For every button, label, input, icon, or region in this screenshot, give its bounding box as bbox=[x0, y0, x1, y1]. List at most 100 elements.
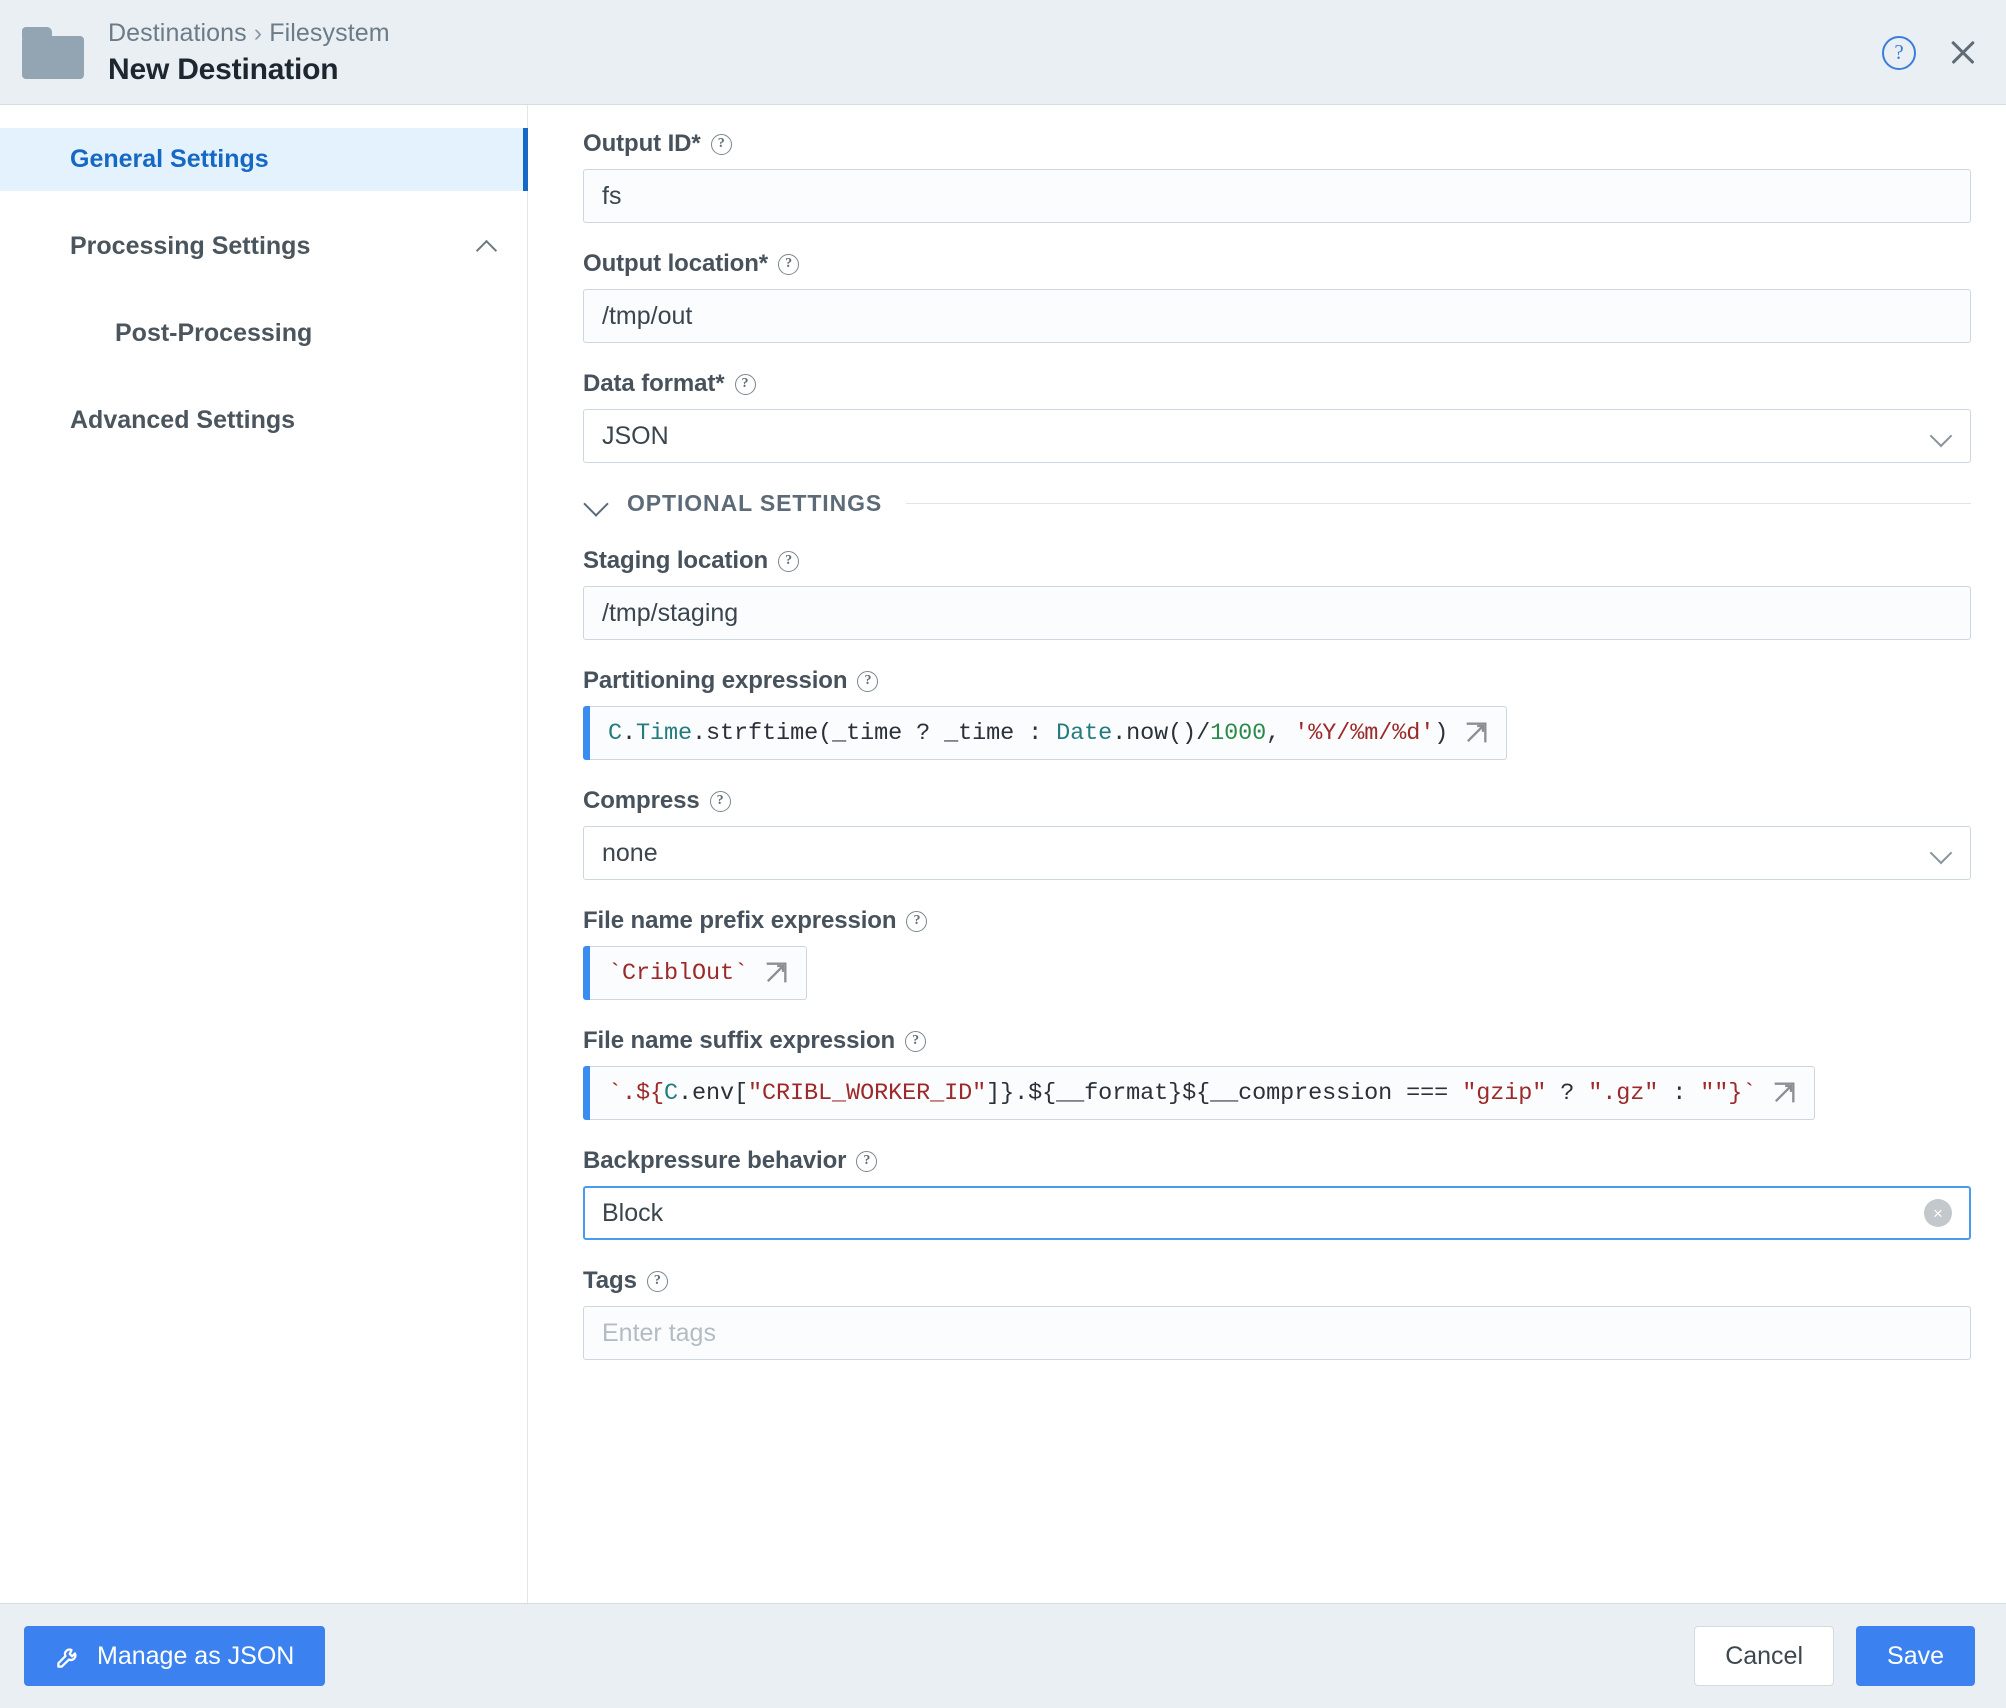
help-circle-icon[interactable]: ? bbox=[857, 670, 879, 692]
field-partitioning-expression: Partitioning expression ? C.Time.strftim… bbox=[583, 667, 1971, 760]
clear-icon[interactable]: × bbox=[1924, 1199, 1952, 1227]
help-circle-icon[interactable]: ? bbox=[710, 133, 732, 155]
field-label: Output ID* ? bbox=[583, 130, 1971, 158]
data-format-select[interactable]: JSON bbox=[583, 409, 1971, 463]
staging-location-label: Staging location bbox=[583, 547, 769, 574]
sidebar-item-label: General Settings bbox=[70, 145, 269, 173]
editor-field[interactable]: `.${C.env["CRIBL_WORKER_ID"]}.${__format… bbox=[590, 1066, 1816, 1120]
field-file-name-prefix-expression: File name prefix expression ? `CriblOut` bbox=[583, 907, 1971, 1000]
help-circle-icon[interactable]: ? bbox=[646, 1270, 668, 1292]
sidebar-item-processing-settings[interactable]: Processing Settings bbox=[0, 215, 527, 278]
expand-icon[interactable] bbox=[1462, 719, 1490, 747]
chevron-down-icon[interactable] bbox=[1930, 842, 1952, 864]
output-id-label: Output ID* bbox=[583, 130, 701, 157]
tags-label: Tags bbox=[583, 1267, 637, 1294]
folder-icon bbox=[22, 26, 84, 79]
close-icon[interactable] bbox=[1946, 36, 1980, 70]
wrench-icon bbox=[55, 1643, 82, 1670]
optional-settings-label: OPTIONAL SETTINGS bbox=[627, 490, 883, 516]
code-tokens: `CriblOut` bbox=[608, 959, 749, 987]
chevron-down-icon[interactable] bbox=[1930, 425, 1952, 447]
chevron-up-icon[interactable] bbox=[477, 237, 497, 257]
compress-select[interactable]: none bbox=[583, 826, 1971, 880]
editor-field[interactable]: `CriblOut` bbox=[590, 946, 808, 1000]
backpressure-behavior-value: Block bbox=[602, 1198, 664, 1227]
header-titles: Destinations › Filesystem New Destination bbox=[108, 19, 390, 87]
compress-value: none bbox=[602, 838, 658, 867]
optional-settings-toggle[interactable]: OPTIONAL SETTINGS bbox=[583, 490, 1971, 517]
field-output-id: Output ID* ? fs bbox=[583, 130, 1971, 223]
page-title: New Destination bbox=[108, 52, 339, 86]
field-label: Tags ? bbox=[583, 1267, 1971, 1295]
code-tokens: C.Time.strftime(_time ? _time : Date.now… bbox=[608, 719, 1449, 747]
field-compress: Compress ? none bbox=[583, 787, 1971, 880]
staging-location-input[interactable]: /tmp/staging bbox=[583, 586, 1971, 640]
new-destination-modal: Destinations › Filesystem New Destination … bbox=[0, 0, 2006, 1708]
expand-icon[interactable] bbox=[1770, 1079, 1798, 1107]
sidebar-item-advanced-settings[interactable]: Advanced Settings bbox=[0, 389, 527, 452]
optional-settings-group: Staging location ? /tmp/staging Partitio… bbox=[583, 547, 1971, 1360]
cancel-button[interactable]: Cancel bbox=[1694, 1626, 1835, 1686]
field-staging-location: Staging location ? /tmp/staging bbox=[583, 547, 1971, 640]
editor-field[interactable]: C.Time.strftime(_time ? _time : Date.now… bbox=[590, 706, 1508, 760]
tags-input[interactable]: Enter tags bbox=[583, 1306, 1971, 1360]
sidebar-item-general-settings[interactable]: General Settings bbox=[0, 128, 528, 191]
output-id-input[interactable]: fs bbox=[583, 169, 1971, 223]
help-circle-icon[interactable]: ? bbox=[906, 910, 928, 932]
sidebar-item-label: Processing Settings bbox=[70, 232, 311, 260]
help-circle-icon[interactable]: ? bbox=[905, 1030, 927, 1052]
data-format-value: JSON bbox=[602, 421, 669, 450]
expand-icon[interactable] bbox=[762, 959, 790, 987]
manage-as-json-label: Manage as JSON bbox=[97, 1641, 295, 1670]
file-name-suffix-expression-editor[interactable]: `.${C.env["CRIBL_WORKER_ID"]}.${__format… bbox=[583, 1066, 1971, 1120]
field-label: Data format* ? bbox=[583, 370, 1971, 398]
field-data-format: Data format* ? JSON bbox=[583, 370, 1971, 463]
editor-gutter-bar bbox=[583, 946, 590, 1000]
data-format-label: Data format* bbox=[583, 370, 725, 397]
output-location-input[interactable]: /tmp/out bbox=[583, 289, 1971, 343]
breadcrumb-root[interactable]: Destinations bbox=[108, 19, 247, 47]
help-circle-icon[interactable]: ? bbox=[778, 253, 800, 275]
field-label: File name suffix expression ? bbox=[583, 1027, 1971, 1055]
file-name-prefix-expression-editor[interactable]: `CriblOut` bbox=[583, 946, 1971, 1000]
save-button[interactable]: Save bbox=[1856, 1626, 1975, 1686]
field-output-location: Output location* ? /tmp/out bbox=[583, 250, 1971, 343]
compress-label: Compress bbox=[583, 787, 700, 814]
settings-form: Output ID* ? fs Output location* ? /tmp/… bbox=[528, 105, 2006, 1603]
partitioning-expression-editor[interactable]: C.Time.strftime(_time ? _time : Date.now… bbox=[583, 706, 1971, 760]
file-name-prefix-expression-label: File name prefix expression bbox=[583, 907, 897, 934]
modal-footer: Manage as JSON Cancel Save bbox=[0, 1603, 2006, 1708]
help-circle-icon[interactable]: ? bbox=[709, 790, 731, 812]
code-tokens: `.${C.env["CRIBL_WORKER_ID"]}.${__format… bbox=[608, 1079, 1757, 1107]
sidebar-item-label: Post-Processing bbox=[115, 319, 313, 347]
divider bbox=[906, 503, 1971, 504]
field-label: Staging location ? bbox=[583, 547, 1971, 575]
settings-sidebar: General Settings Processing Settings Pos… bbox=[0, 105, 528, 1603]
sidebar-item-post-processing[interactable]: Post-Processing bbox=[0, 302, 527, 365]
editor-gutter-bar bbox=[583, 1066, 590, 1120]
modal-header: Destinations › Filesystem New Destination … bbox=[0, 0, 2006, 105]
help-icon[interactable]: ? bbox=[1882, 35, 1916, 70]
breadcrumb-separator: › bbox=[253, 18, 263, 47]
help-circle-icon[interactable]: ? bbox=[778, 550, 800, 572]
chevron-down-icon[interactable] bbox=[583, 491, 609, 517]
backpressure-behavior-label: Backpressure behavior bbox=[583, 1147, 847, 1174]
output-location-label: Output location* bbox=[583, 250, 769, 277]
field-backpressure-behavior: Backpressure behavior ? Block × bbox=[583, 1147, 1971, 1240]
manage-as-json-button[interactable]: Manage as JSON bbox=[24, 1626, 326, 1686]
sidebar-item-label: Advanced Settings bbox=[70, 406, 296, 434]
editor-gutter-bar bbox=[583, 706, 590, 760]
breadcrumb: Destinations › Filesystem bbox=[108, 19, 390, 48]
modal-body: General Settings Processing Settings Pos… bbox=[0, 105, 2006, 1603]
breadcrumb-current[interactable]: Filesystem bbox=[269, 19, 389, 47]
field-label: File name prefix expression ? bbox=[583, 907, 1971, 935]
field-label: Partitioning expression ? bbox=[583, 667, 1971, 695]
header-actions: ? bbox=[1882, 35, 1980, 70]
field-label: Compress ? bbox=[583, 787, 1971, 815]
help-circle-icon[interactable]: ? bbox=[856, 1150, 878, 1172]
field-label: Output location* ? bbox=[583, 250, 1971, 278]
help-circle-icon[interactable]: ? bbox=[734, 373, 756, 395]
field-tags: Tags ? Enter tags bbox=[583, 1267, 1971, 1360]
field-file-name-suffix-expression: File name suffix expression ? `.${C.env[… bbox=[583, 1027, 1971, 1120]
backpressure-behavior-select[interactable]: Block × bbox=[583, 1186, 1971, 1240]
